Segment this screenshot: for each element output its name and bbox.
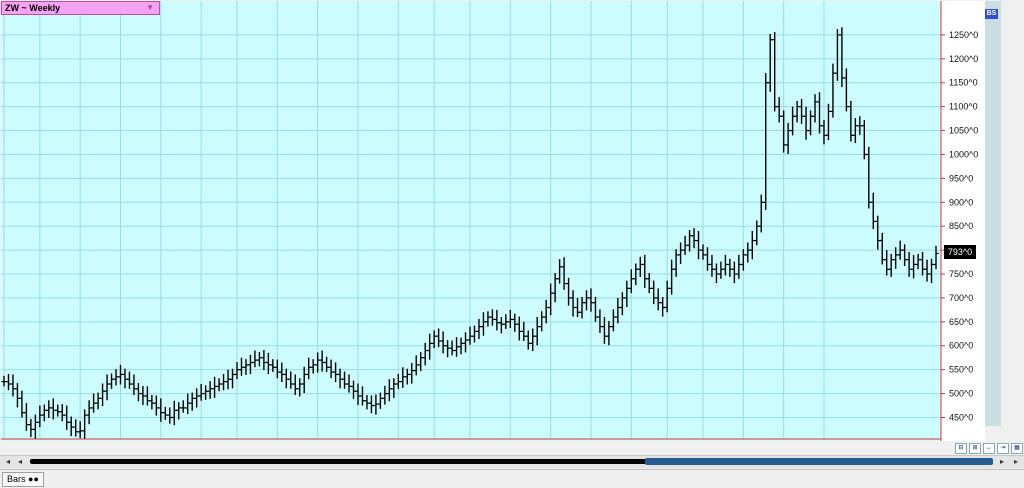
plot-background [1, 1, 941, 441]
y-tick-label: 750^0 [949, 269, 973, 279]
scroll-end-icon[interactable]: ⇥ [997, 443, 1009, 454]
bars-tab-label: Bars [7, 474, 26, 484]
fit-icon[interactable]: ↔ [983, 443, 995, 454]
chart-window: 450^0500^0550^0600^0650^0700^0750^0800^0… [0, 0, 1024, 488]
link-icon: ●● [28, 474, 39, 484]
y-tick-label: 550^0 [949, 365, 973, 375]
grid-icon[interactable]: ▦ [1011, 443, 1023, 454]
y-tick-label: 450^0 [949, 412, 973, 422]
scroll-right-icon[interactable]: ▸ [1010, 457, 1022, 467]
right-strip [985, 1, 1001, 426]
y-tick-label: 900^0 [949, 197, 973, 207]
status-bar: Bars ●● [0, 469, 1024, 488]
y-tick-label: 500^0 [949, 389, 973, 399]
current-price-tag: 793^0 [944, 245, 976, 259]
zoom-in-icon[interactable]: ⊞ [969, 443, 981, 454]
y-tick-label: 1250^0 [949, 30, 978, 40]
zoom-out-icon[interactable]: ⊟ [955, 443, 967, 454]
y-tick-label: 1050^0 [949, 126, 978, 136]
scroll-left-icon[interactable]: ◂ [2, 457, 14, 467]
scroll-back-icon[interactable]: ◂ [14, 457, 26, 467]
scroll-forward-icon[interactable]: ▸ [996, 457, 1008, 467]
chevron-down-icon[interactable]: ▼ [146, 2, 154, 14]
price-chart[interactable]: 450^0500^0550^0600^0650^0700^0750^0800^0… [1, 1, 1001, 441]
y-tick-label: 1200^0 [949, 54, 978, 64]
y-tick-label: 650^0 [949, 317, 973, 327]
y-tick-label: 850^0 [949, 221, 973, 231]
y-tick-label: 1100^0 [949, 102, 978, 112]
bs-button[interactable]: BS [985, 9, 998, 19]
symbol-label: ZW ~ Weekly [5, 3, 61, 13]
y-tick-label: 1150^0 [949, 78, 978, 88]
symbol-selector[interactable]: ZW ~ Weekly ▼ [1, 1, 160, 15]
time-scrollbar[interactable]: ◂ ◂ ▸ ▸ [0, 455, 1024, 468]
y-tick-label: 950^0 [949, 173, 973, 183]
bars-tab[interactable]: Bars ●● [2, 472, 44, 487]
y-tick-label: 700^0 [949, 293, 973, 303]
scroll-thumb[interactable] [645, 458, 993, 465]
y-tick-label: 1000^0 [949, 149, 978, 159]
y-tick-label: 600^0 [949, 341, 973, 351]
